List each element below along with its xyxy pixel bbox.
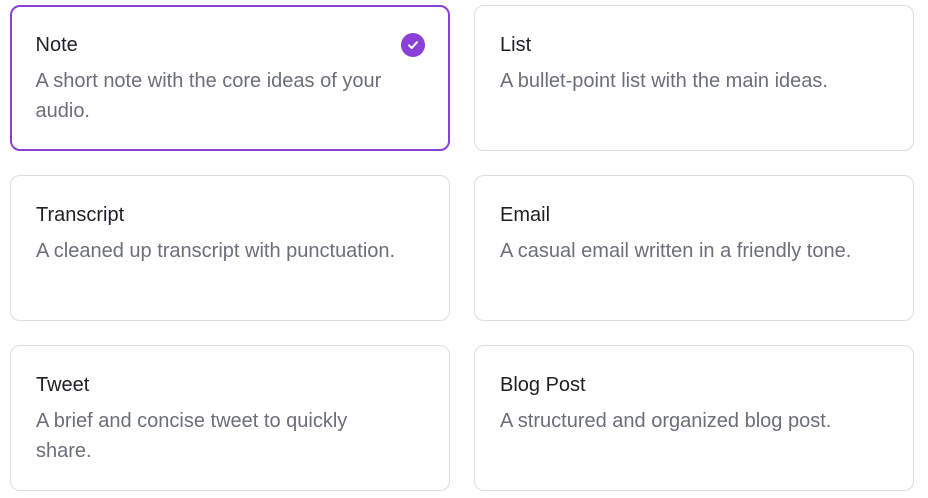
option-description: A cleaned up transcript with punctuation…	[36, 240, 396, 262]
option-title: Note	[35, 33, 78, 56]
option-description: A casual email written in a friendly ton…	[500, 240, 852, 262]
option-title: Transcript	[36, 204, 125, 226]
option-card-list[interactable]: List A bullet-point list with the main i…	[474, 5, 914, 151]
option-title: Tweet	[36, 374, 90, 396]
option-card-email[interactable]: Email A casual email written in a friend…	[474, 175, 914, 321]
option-card-blog-post[interactable]: Blog Post A structured and organized blo…	[474, 345, 914, 491]
option-title: List	[500, 34, 532, 56]
option-card-tweet[interactable]: Tweet A brief and concise tweet to quick…	[10, 345, 450, 491]
option-card-transcript[interactable]: Transcript A cleaned up transcript with …	[10, 175, 450, 321]
option-card-note[interactable]: Note A short note with the core ideas of…	[10, 5, 450, 151]
check-circle-icon	[400, 32, 425, 57]
option-title: Blog Post	[500, 374, 586, 396]
option-description: A structured and organized blog post.	[500, 410, 832, 432]
option-description: A brief and concise tweet to quickly sha…	[36, 410, 348, 462]
option-description: A bullet-point list with the main ideas.	[500, 70, 828, 92]
option-title: Email	[500, 204, 551, 226]
option-description: A short note with the core ideas of your…	[35, 69, 382, 122]
